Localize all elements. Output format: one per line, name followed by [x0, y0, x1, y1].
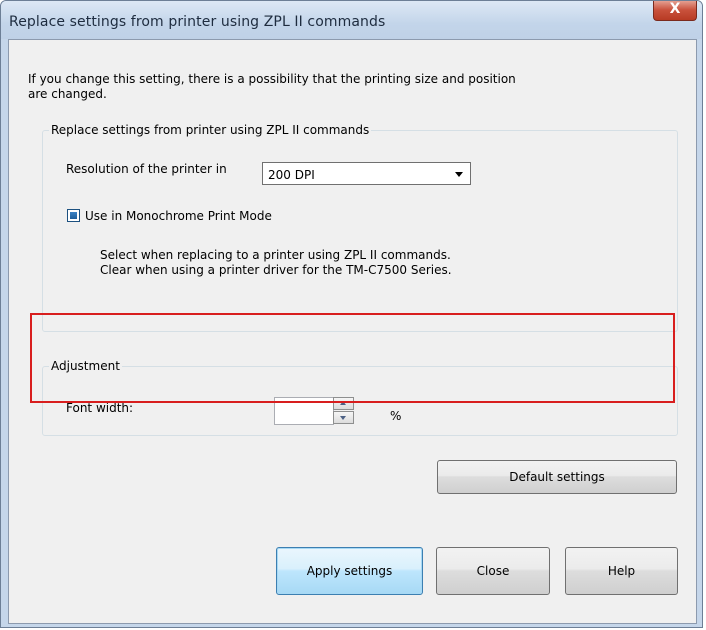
spin-down-button[interactable] [333, 411, 354, 424]
monochrome-checkbox-label[interactable]: Use in Monochrome Print Mode [85, 209, 272, 223]
warning-note-line-1: If you change this setting, there is a p… [28, 72, 516, 86]
default-settings-button[interactable]: Default settings [437, 460, 677, 494]
close-button[interactable]: Close [436, 547, 550, 595]
dropdown-arrow-icon [455, 172, 463, 177]
spin-down-icon [340, 416, 346, 420]
checkbox-checked-indicator [70, 212, 77, 219]
warning-note-line-2: are changed. [28, 87, 107, 101]
close-window-button[interactable]: X [653, 1, 697, 21]
font-width-unit: % [390, 409, 402, 423]
monochrome-checkbox[interactable] [67, 209, 80, 222]
adjustment-highlight-box [30, 313, 675, 403]
resolution-select[interactable]: 200 DPI [262, 162, 471, 185]
monochrome-hint-line-2: Clear when using a printer driver for th… [100, 263, 452, 277]
default-settings-button-label: Default settings [509, 470, 605, 484]
help-button[interactable]: Help [565, 547, 678, 595]
warning-note: If you change this setting, there is a p… [28, 72, 588, 102]
apply-settings-button[interactable]: Apply settings [276, 547, 423, 595]
resolution-label: Resolution of the printer in [66, 162, 227, 176]
font-width-label: Font width: [66, 401, 134, 415]
monochrome-hint-line-1: Select when replacing to a printer using… [100, 248, 451, 262]
close-button-label: Close [476, 564, 510, 578]
monochrome-hint: Select when replacing to a printer using… [100, 248, 452, 278]
help-button-label: Help [607, 564, 636, 578]
title-bar: Replace settings from printer using ZPL … [1, 1, 702, 39]
replace-settings-group: Replace settings from printer using ZPL … [42, 123, 678, 332]
replace-settings-group-legend: Replace settings from printer using ZPL … [49, 123, 372, 138]
apply-settings-button-label: Apply settings [306, 564, 393, 578]
resolution-select-value: 200 DPI [268, 168, 315, 182]
window-title: Replace settings from printer using ZPL … [9, 14, 386, 30]
close-icon: X [669, 1, 681, 17]
